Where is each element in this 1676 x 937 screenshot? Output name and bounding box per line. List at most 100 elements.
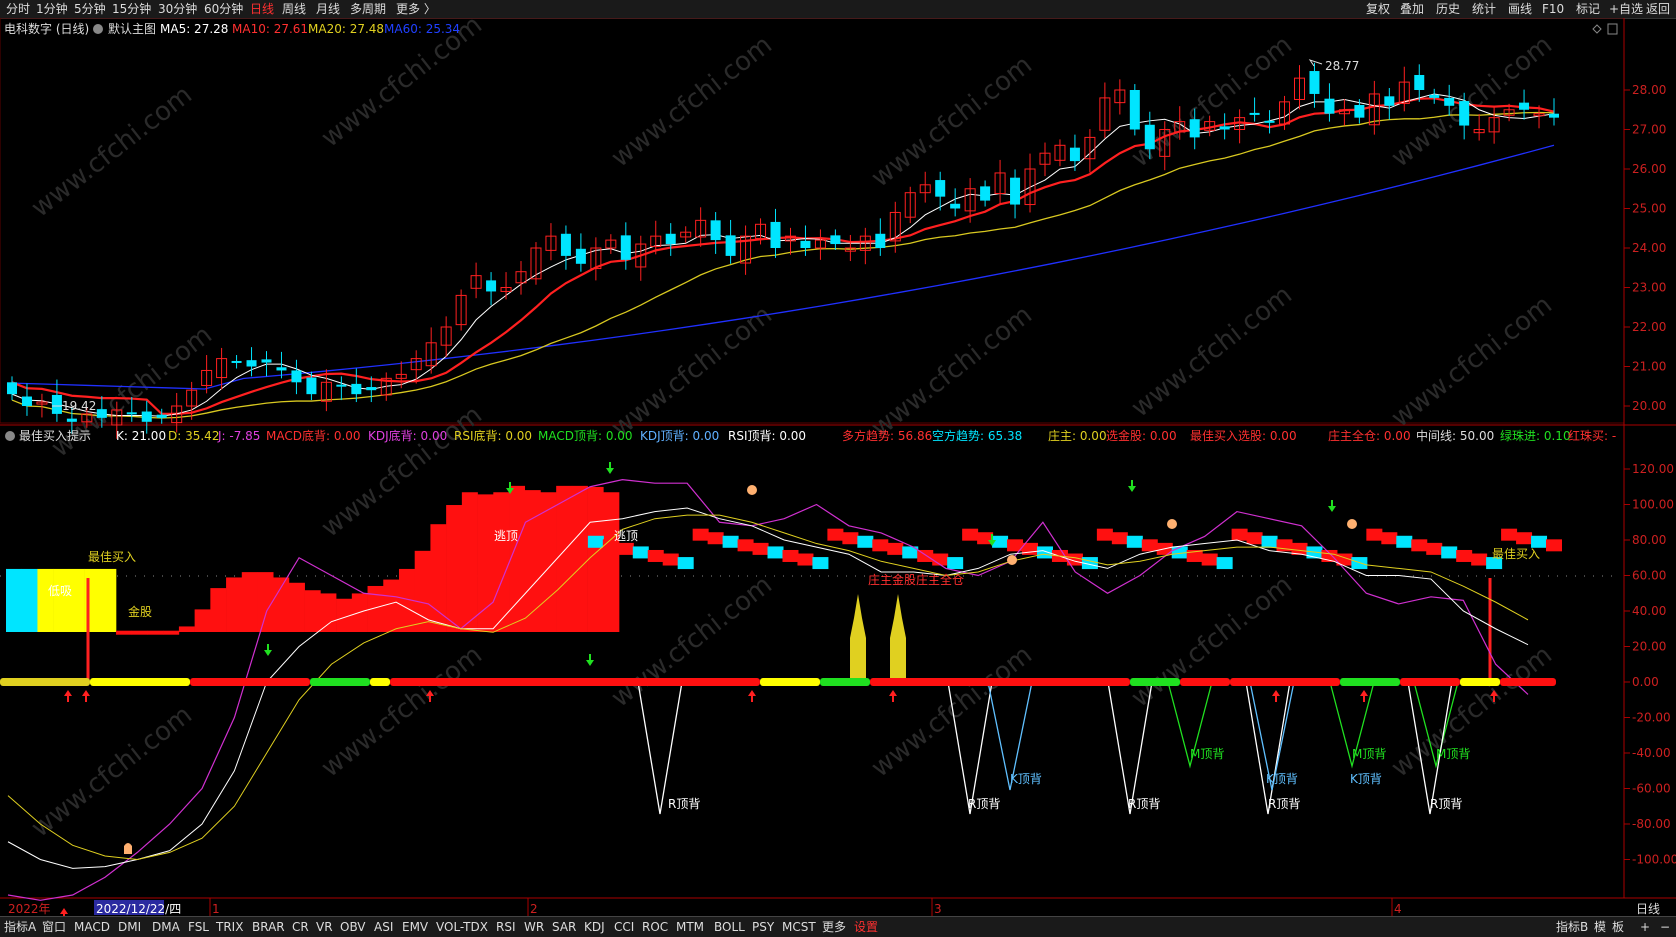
candle-body-down (725, 235, 736, 256)
indicator-bar (116, 630, 133, 635)
tool-huaxian[interactable]: 画线 (1508, 1, 1532, 17)
tab-rsi[interactable]: RSI (496, 919, 516, 935)
peak-dot-icon (1007, 555, 1017, 565)
zoom-in-button[interactable]: + (1640, 919, 1650, 935)
ma10-line (11, 97, 1555, 415)
x-period-label[interactable]: 日线 (1636, 902, 1660, 916)
tab-period-7[interactable]: 周线 (282, 1, 306, 17)
tab-period-3[interactable]: 15分钟 (112, 1, 151, 17)
tool-f10[interactable]: F10 (1542, 1, 1564, 17)
indicator-bar (1261, 535, 1278, 548)
tab-dmi[interactable]: DMI (118, 919, 141, 935)
tab-emv[interactable]: EMV (402, 919, 428, 935)
tab-indicator-a[interactable]: 指标A (4, 919, 36, 935)
indicator-bar (6, 568, 22, 632)
tool-lishi[interactable]: 历史 (1436, 1, 1460, 17)
tab-mtm[interactable]: MTM (676, 919, 704, 935)
tab-period-2[interactable]: 5分钟 (74, 1, 106, 17)
indicator-bar (493, 492, 510, 632)
tab-period-0[interactable]: 分时 (6, 1, 30, 17)
indicator-bar (1456, 549, 1473, 562)
ma60-line (11, 144, 1555, 390)
indicator-bar (304, 590, 321, 632)
tab-period-8[interactable]: 月线 (316, 1, 340, 17)
tab-mcst[interactable]: MCST (782, 919, 816, 935)
tab-period-9[interactable]: 多周期 (350, 1, 386, 17)
indicator-bar (524, 490, 541, 632)
indicator-bar (446, 505, 463, 632)
ind-green-in: 绿珠进: 0.10 (1500, 428, 1571, 443)
ind-y-label: 0.00 (1632, 675, 1659, 689)
ind-y-label: 80.00 (1632, 533, 1666, 547)
indicator-annotations: 最佳买入 低吸 金股 逃顶 逃顶 庄主金股庄主全仓 最佳买入 R顶背 R顶背 K… (48, 529, 1540, 811)
ind-y-label: -60.00 (1632, 782, 1671, 796)
tool-tongji[interactable]: 统计 (1472, 1, 1496, 17)
ind-y-label: 120.00 (1632, 462, 1674, 476)
tab-period-6[interactable]: 日线 (250, 1, 274, 17)
main-y-label: 23.00 (1632, 281, 1666, 295)
kline-chart[interactable]: www.cfchi.com www.cfchi.com www.cfchi.com w… (0, 10, 1676, 916)
ind-y-label: -20.00 (1632, 711, 1671, 725)
tool-biaoji[interactable]: 标记 (1576, 1, 1600, 17)
tab-period-10[interactable]: 更多 〉 (396, 1, 436, 17)
tool-diejia[interactable]: 叠加 (1400, 1, 1424, 17)
tab-window[interactable]: 窗口 (42, 919, 66, 935)
stock-label: 电科数字 (日线) (4, 21, 89, 36)
tab-mo[interactable]: 模 (1594, 919, 1606, 935)
candle-body-down (231, 360, 242, 363)
candle-body-down (875, 233, 886, 248)
indicator-name[interactable]: 最佳买入提示 (19, 428, 91, 443)
tab-ban[interactable]: 板 (1612, 919, 1624, 935)
candle-body-down (1249, 112, 1260, 115)
tab-obv[interactable]: OBV (340, 919, 366, 935)
tab-asi[interactable]: ASI (374, 919, 393, 935)
tab-wr[interactable]: WR (524, 919, 544, 935)
tab-vr[interactable]: VR (316, 919, 333, 935)
diamond-icon[interactable] (1592, 24, 1602, 34)
ind-rsi-bottom: RSI底背: 0.00 (454, 428, 532, 443)
anno-best-buy-left: 最佳买入 (88, 550, 136, 564)
tab-sar[interactable]: SAR (552, 919, 576, 935)
tab-period-1[interactable]: 1分钟 (36, 1, 68, 17)
tool-fuquan[interactable]: 复权 (1366, 1, 1390, 17)
tab-psy[interactable]: PSY (752, 919, 774, 935)
indicator-bar (1426, 542, 1443, 555)
tab-boll[interactable]: BOLL (714, 919, 745, 935)
tab-roc[interactable]: ROC (642, 919, 668, 935)
watermark-text: www.cfchi.com (316, 18, 488, 154)
template-toggle-icon[interactable] (93, 24, 103, 34)
candle-body-down (770, 221, 781, 248)
tab-settings[interactable]: 设置 (854, 919, 878, 935)
tab-macd[interactable]: MACD (74, 919, 110, 935)
tab-dma[interactable]: DMA (152, 919, 180, 935)
template-label[interactable]: 默认主图 (108, 21, 156, 36)
tool-zixuan[interactable]: +自选 (1609, 1, 1643, 17)
zoom-out-button[interactable]: − (1660, 919, 1670, 935)
tab-cr[interactable]: CR (292, 919, 309, 935)
tab-cci[interactable]: CCI (614, 919, 634, 935)
candle-body-down (620, 235, 631, 260)
tab-period-4[interactable]: 30分钟 (158, 1, 197, 17)
indicator-bar (647, 549, 664, 562)
ind-y-label: -80.00 (1632, 817, 1671, 831)
indicator-toggle-icon[interactable] (5, 431, 15, 441)
tab-more[interactable]: 更多 (822, 919, 846, 935)
signal-baseline (0, 678, 1556, 686)
tab-brar[interactable]: BRAR (252, 919, 285, 935)
tab-fsl[interactable]: FSL (188, 919, 209, 935)
panel-maximize-icon[interactable] (1607, 23, 1618, 35)
tab-indicator-b[interactable]: 指标B (1556, 919, 1588, 935)
tool-fanhui[interactable]: 返回 (1646, 1, 1670, 17)
baseline-segment (820, 678, 870, 686)
candle-body-down (306, 377, 317, 395)
indicator-bar (1246, 532, 1263, 545)
baseline-segment (310, 678, 370, 686)
ma20-label: MA20: 27.48 (308, 22, 384, 36)
tab-kdj[interactable]: KDJ (584, 919, 605, 935)
tab-period-5[interactable]: 60分钟 (204, 1, 243, 17)
ind-y-label: 60.00 (1632, 569, 1666, 583)
chart-area[interactable]: www.cfchi.com www.cfchi.com www.cfchi.com w… (0, 10, 1676, 916)
tab-trix[interactable]: TRIX (216, 919, 243, 935)
candle-body-down (1219, 126, 1230, 130)
tab-vol-tdx[interactable]: VOL-TDX (436, 919, 488, 935)
